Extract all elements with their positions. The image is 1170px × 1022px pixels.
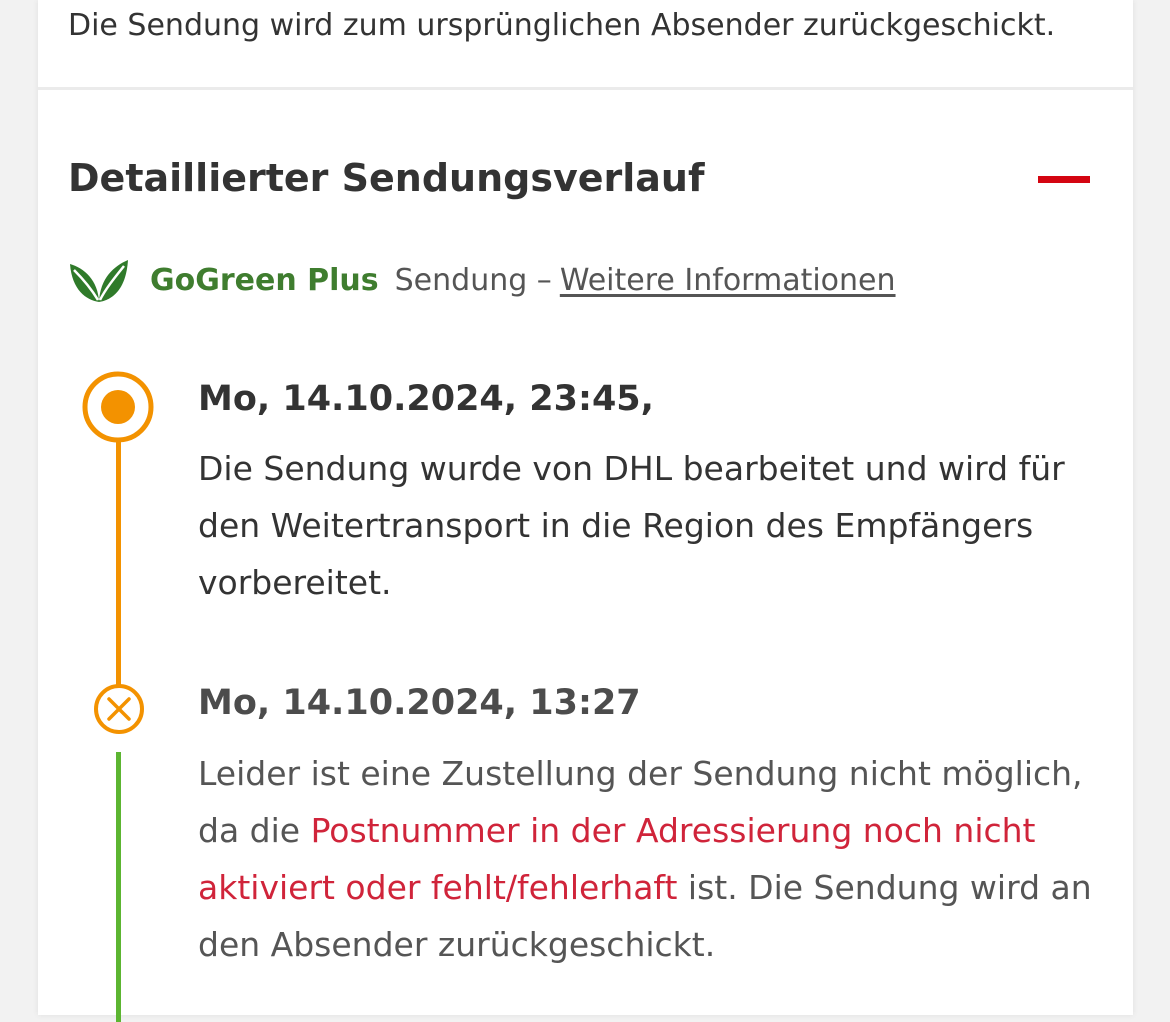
timeline-segment-completed: [116, 752, 121, 1022]
timeline-segment-current: [116, 430, 121, 686]
gogreen-label: GoGreen Plus: [150, 262, 379, 298]
section-divider: [38, 87, 1133, 90]
event-description: Leider ist eine Zustellung der Sendung n…: [198, 745, 1108, 973]
gogreen-text: Sendung –: [394, 262, 552, 298]
event-description: Die Sendung wurde von DHL bearbeitet und…: [198, 449, 1065, 602]
status-summary-text: Die Sendung wird zum ursprünglichen Abse…: [68, 8, 1056, 43]
gogreen-row: GoGreen Plus Sendung – Weitere Informati…: [68, 254, 896, 306]
event-date: Mo, 14.10.2024, 13:27: [198, 683, 641, 723]
shipment-card: Die Sendung wird zum ursprünglichen Abse…: [38, 0, 1133, 1022]
more-info-link[interactable]: Weitere Informationen: [560, 263, 896, 298]
current-status-icon: [82, 371, 154, 443]
failed-status-icon: [94, 684, 144, 734]
event-date: Mo, 14.10.2024, 23:45,: [198, 379, 654, 419]
section-title: Detaillierter Sendungsverlauf: [68, 156, 705, 200]
minus-icon: [1038, 176, 1090, 183]
leaf-icon: [70, 260, 128, 302]
collapse-button[interactable]: [1030, 160, 1094, 200]
